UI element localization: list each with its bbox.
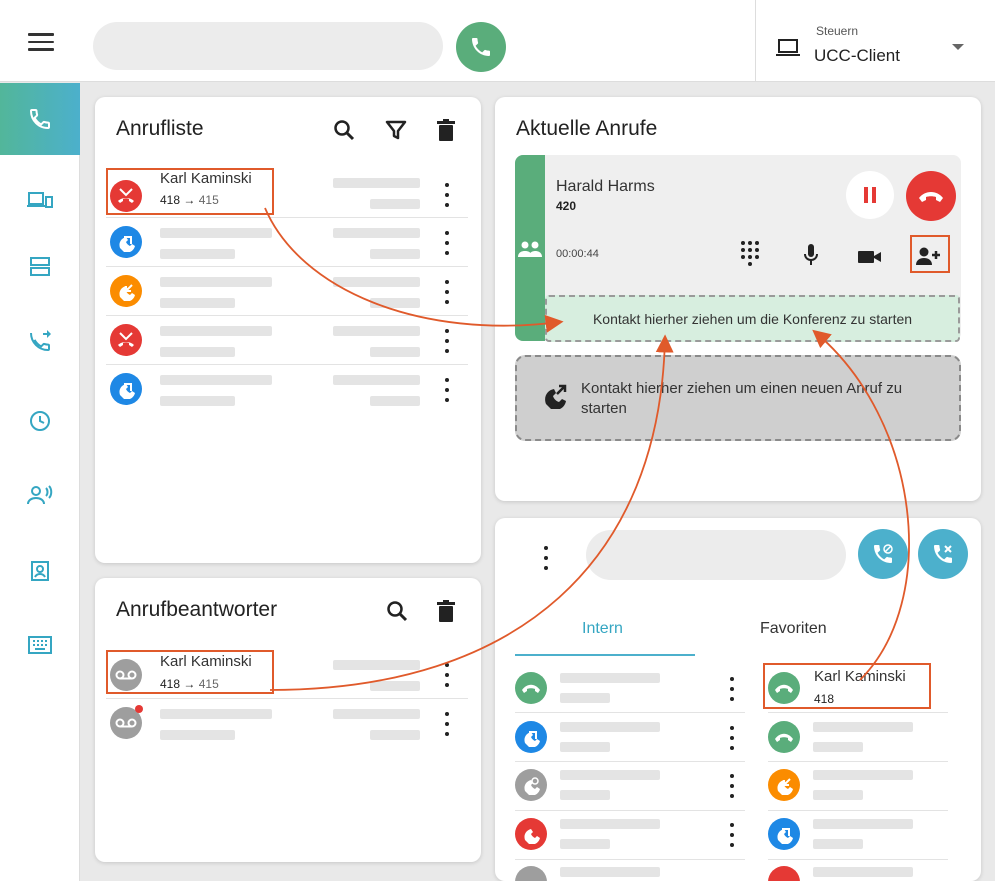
more-icon[interactable] <box>543 546 549 570</box>
new-call-drop-zone[interactable]: Kontakt hierher ziehen um einen neuen An… <box>515 355 961 441</box>
incoming-call-icon <box>110 275 142 307</box>
outgoing-call-icon <box>515 721 547 753</box>
more-icon[interactable] <box>444 183 450 207</box>
new-call-drop-text: Kontakt hierher ziehen um einen neuen An… <box>581 380 903 417</box>
server-icon <box>30 257 50 276</box>
outgoing-call-icon <box>110 226 142 258</box>
more-icon[interactable] <box>729 726 735 750</box>
more-icon[interactable] <box>444 329 450 353</box>
sidebar-item-keyboard[interactable] <box>0 609 80 681</box>
tab-intern[interactable]: Intern <box>582 620 623 638</box>
control-label: Steuern <box>816 24 859 38</box>
group-icon <box>518 241 542 257</box>
sidebar-item-forwarding[interactable] <box>0 305 80 377</box>
highlight-box <box>763 663 931 709</box>
pause-icon <box>864 187 876 203</box>
delete-icon[interactable] <box>433 117 459 143</box>
sidebar-item-history[interactable] <box>0 385 80 457</box>
more-icon[interactable] <box>444 231 450 255</box>
sidebar-item-calls[interactable] <box>0 83 80 155</box>
incoming-call-icon <box>768 769 800 801</box>
call-forward-icon <box>30 330 51 352</box>
call-button[interactable] <box>456 22 506 72</box>
hangup-button[interactable] <box>906 171 956 221</box>
phone-icon <box>472 38 490 56</box>
caller-name: Harald Harms <box>556 178 655 195</box>
call-list-card <box>95 97 481 563</box>
phone-icon <box>515 818 547 850</box>
device-control-select[interactable]: Steuern UCC-Client <box>755 0 995 82</box>
available-phone-icon <box>768 721 800 753</box>
dialpad-icon[interactable] <box>737 240 763 266</box>
unread-badge <box>135 705 143 713</box>
sidebar-item-contacts[interactable] <box>0 535 80 607</box>
more-icon[interactable] <box>444 712 450 736</box>
available-phone-icon <box>515 672 547 704</box>
highlight-box <box>106 650 274 694</box>
current-calls-title: Aktuelle Anrufe <box>516 117 658 140</box>
conference-drop-zone[interactable]: Kontakt hierher ziehen um die Konferenz … <box>545 295 960 342</box>
microphone-icon[interactable] <box>798 242 824 268</box>
search-icon[interactable] <box>331 117 357 143</box>
more-icon[interactable] <box>444 663 450 687</box>
contact-card-icon <box>31 561 49 581</box>
tab-favoriten[interactable]: Favoriten <box>760 620 827 638</box>
devices-icon <box>27 192 53 208</box>
chevron-down-icon <box>952 44 964 50</box>
dial-search-input[interactable] <box>93 22 443 70</box>
call-duration: 00:00:44 <box>556 248 599 260</box>
missed-call-icon <box>110 324 142 356</box>
more-icon[interactable] <box>444 378 450 402</box>
contact-search-input[interactable] <box>586 530 846 580</box>
sidebar-item-presence[interactable] <box>0 459 80 531</box>
call-list-title: Anrufliste <box>116 117 204 140</box>
top-bar: Steuern UCC-Client <box>0 0 995 82</box>
more-icon[interactable] <box>729 774 735 798</box>
phone-cancel-icon <box>934 545 952 563</box>
more-icon[interactable] <box>729 823 735 847</box>
phone-block-icon <box>515 769 547 801</box>
clock-icon <box>30 411 50 431</box>
laptop-icon <box>776 39 800 56</box>
more-icon[interactable] <box>729 677 735 701</box>
caller-number: 420 <box>556 199 577 213</box>
control-value: UCC-Client <box>814 46 900 65</box>
active-tab-indicator <box>515 654 695 656</box>
voicemail-title: Anrufbeantworter <box>116 598 278 621</box>
delete-icon[interactable] <box>433 598 459 624</box>
hold-button[interactable] <box>846 171 894 219</box>
keyboard-icon <box>28 636 52 654</box>
more-icon[interactable] <box>444 280 450 304</box>
transfer-call-icon <box>545 384 567 409</box>
voice-person-icon <box>27 485 53 505</box>
do-not-disturb-button[interactable] <box>858 529 908 579</box>
search-icon[interactable] <box>384 598 410 624</box>
highlight-box <box>910 235 950 273</box>
reject-call-button[interactable] <box>918 529 968 579</box>
video-icon[interactable] <box>857 244 883 270</box>
outgoing-call-icon <box>768 818 800 850</box>
sidebar <box>0 83 80 881</box>
conference-drop-text: Kontakt hierher ziehen um die Konferenz … <box>592 310 913 327</box>
hangup-icon <box>919 192 943 202</box>
phone-block-icon <box>874 544 893 563</box>
highlight-box <box>106 168 274 215</box>
menu-icon[interactable] <box>28 33 54 51</box>
filter-icon[interactable] <box>383 117 409 143</box>
sidebar-item-servers[interactable] <box>0 231 80 303</box>
sidebar-item-devices[interactable] <box>0 165 80 237</box>
outgoing-call-icon <box>110 373 142 405</box>
phone-icon <box>29 109 50 130</box>
